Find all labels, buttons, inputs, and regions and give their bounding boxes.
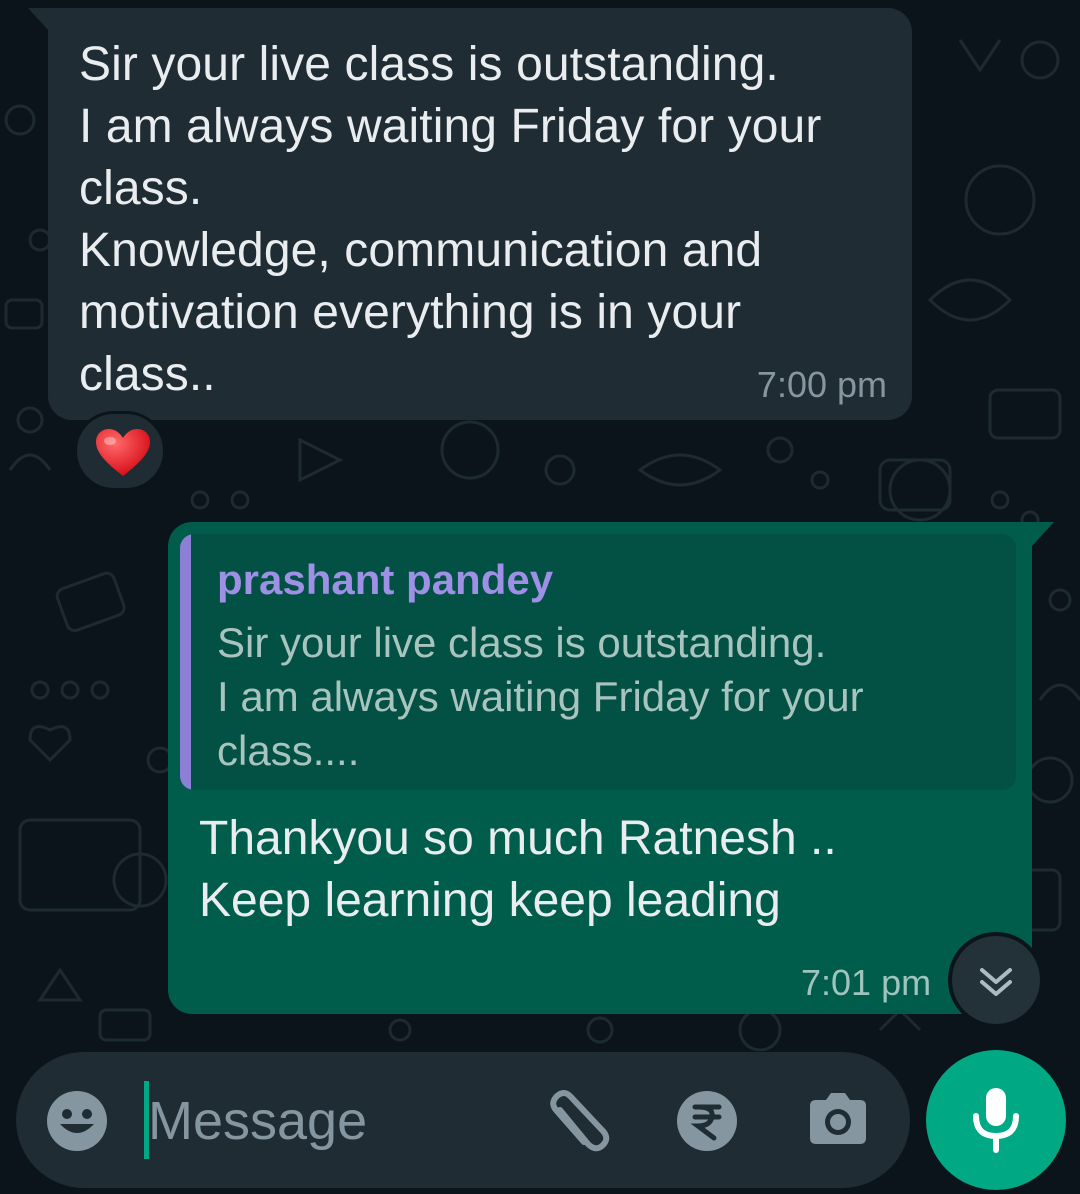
quoted-message[interactable]: prashant pandey Sir your live class is o… (180, 534, 1016, 790)
incoming-bubble-tail (28, 8, 50, 32)
emoji-icon[interactable] (46, 1090, 108, 1152)
quoted-message-text: Sir your live class is outstanding. I am… (217, 619, 864, 774)
outgoing-message-time: 7:01 pm (801, 962, 932, 1003)
double-chevron-down-icon (980, 968, 1012, 996)
outgoing-message-bubble[interactable]: prashant pandey Sir your live class is o… (168, 522, 1032, 1014)
quoted-message-author: prashant pandey (217, 556, 554, 603)
quote-accent-bar (180, 534, 191, 790)
incoming-message-time: 7:00 pm (756, 364, 887, 405)
red-heart-icon (96, 429, 150, 476)
message-input[interactable] (148, 1088, 528, 1154)
chat-background: Sir your live class is outstanding. I am… (0, 0, 1080, 1194)
rupee-payment-icon[interactable] (676, 1090, 738, 1152)
attach-icon[interactable] (540, 1088, 610, 1158)
mic-icon (973, 1088, 1019, 1153)
outgoing-bubble-tail (1032, 522, 1054, 546)
outgoing-message-text: Thankyou so much Ratnesh .. Keep learnin… (199, 812, 837, 927)
message-composer (16, 1052, 910, 1188)
message-reaction-badge[interactable] (74, 411, 166, 491)
scroll-to-bottom-button[interactable] (948, 932, 1044, 1028)
voice-record-button[interactable] (926, 1050, 1066, 1190)
camera-icon[interactable] (806, 1088, 870, 1150)
incoming-message-bubble[interactable]: Sir your live class is outstanding. I am… (48, 8, 912, 420)
incoming-message-text: Sir your live class is outstanding. I am… (79, 38, 822, 401)
